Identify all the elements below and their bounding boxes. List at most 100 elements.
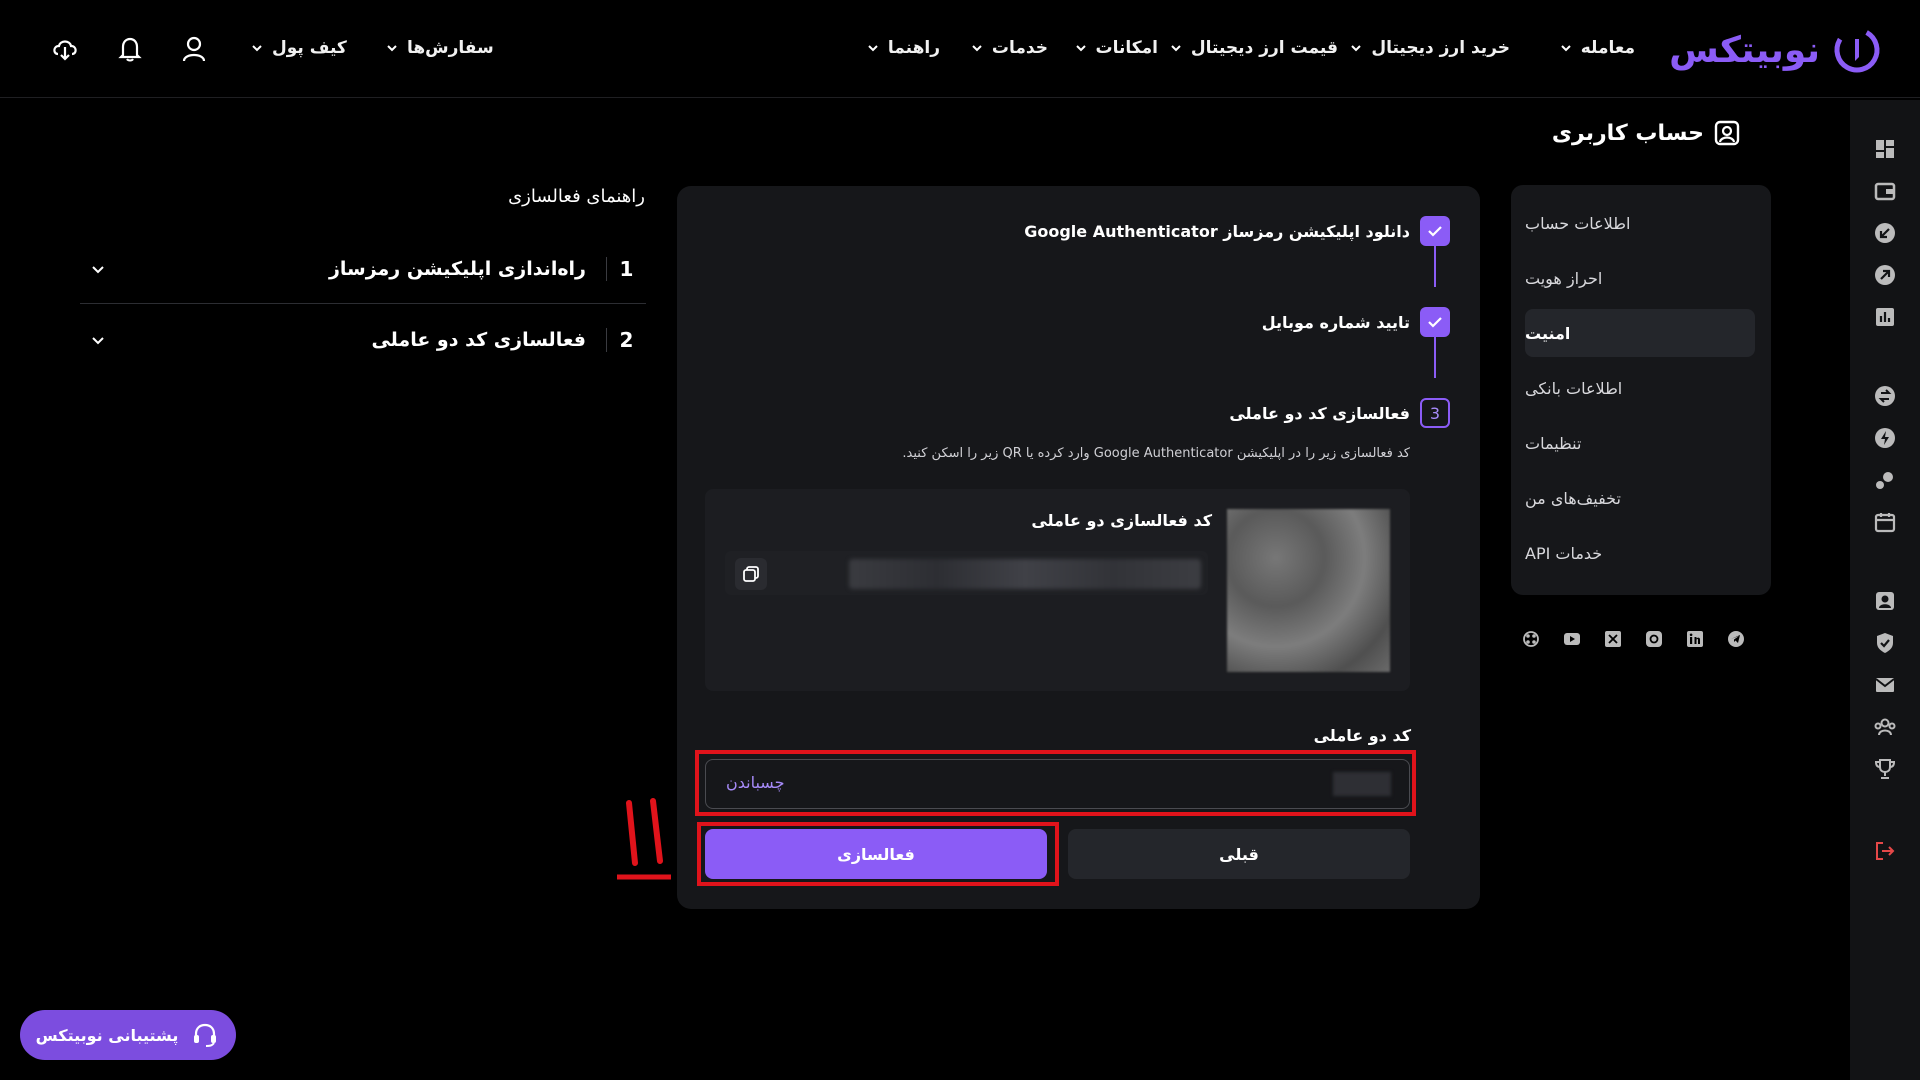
activation-code-value [849, 559, 1201, 589]
sidebar-item-verification[interactable]: احراز هویت [1525, 254, 1755, 302]
previous-button[interactable]: قبلی [1068, 829, 1410, 879]
logo[interactable]: نوبیتکس [1669, 24, 1882, 76]
account-sidebar: اطلاعات حساب احراز هویت امنیت اطلاعات با… [1511, 185, 1771, 595]
nav-item-wallet[interactable]: کیف پول [250, 36, 347, 60]
guide-item-title: راه‌اندازی اپلیکیشن رمزساز [328, 257, 586, 280]
chevron-down-icon [1075, 45, 1086, 52]
social-links [1520, 628, 1765, 652]
dashboard-icon[interactable] [1872, 136, 1898, 162]
x-icon[interactable] [1602, 628, 1624, 650]
instagram-icon[interactable] [1643, 628, 1665, 650]
convert-icon[interactable] [1872, 383, 1898, 409]
step-label: تایید شماره موبایل [1261, 312, 1410, 332]
copy-icon [743, 566, 759, 582]
annotation-mark [617, 798, 671, 880]
guide-item[interactable]: 2 فعالسازی کد دو عاملی [80, 305, 646, 375]
chevron-down-icon [252, 45, 262, 52]
top-navbar: نوبیتکس معامله خرید ارز دیجیتال قیمت ارز… [0, 0, 1920, 98]
referral-icon[interactable] [1872, 714, 1898, 740]
step-number: 3 [1420, 398, 1450, 428]
chevron-down-icon [1561, 45, 1571, 52]
sidebar-item-label: تخفیف‌های من [1525, 488, 1621, 508]
step-label: فعالسازی کد دو عاملی [1229, 403, 1410, 423]
chevron-down-icon [92, 265, 104, 273]
nav-item-label: امکانات [1095, 38, 1158, 58]
sidebar-item-account-info[interactable]: اطلاعات حساب [1525, 199, 1755, 247]
download-app-icon[interactable] [48, 32, 82, 66]
sidebar-item-label: احراز هویت [1525, 268, 1603, 288]
guide-item-number: 1 [606, 256, 646, 281]
deposit-icon[interactable] [1872, 220, 1898, 246]
profile-card-icon[interactable] [1872, 588, 1898, 614]
nav-item-orders[interactable]: سفارش‌ها [385, 36, 494, 60]
logo-text: نوبیتکس [1669, 29, 1820, 71]
nav-item-label: کیف پول [272, 38, 347, 58]
withdraw-icon[interactable] [1872, 262, 1898, 288]
staking-icon[interactable] [1872, 467, 1898, 493]
nav-item-features[interactable]: امکانات [1074, 36, 1158, 60]
nav-item-guide[interactable]: راهنما [866, 36, 940, 60]
nav-item-label: خرید ارز دیجیتال [1371, 38, 1510, 58]
aparat-icon[interactable] [1520, 628, 1542, 650]
chevron-down-icon [1351, 45, 1362, 52]
support-label: پشتیبانی نوبیتکس [35, 1025, 179, 1045]
icon-rail [1850, 100, 1920, 1080]
linkedin-icon[interactable] [1684, 628, 1706, 650]
telegram-icon[interactable] [1725, 628, 1747, 650]
activation-code-panel: کد فعالسازی دو عاملی [705, 489, 1410, 691]
step-verify-mobile: تایید شماره موبایل [1262, 307, 1450, 337]
step-label: دانلود اپلیکیشن رمزساز Google Authentica… [1024, 221, 1410, 241]
sidebar-item-security[interactable]: امنیت [1525, 309, 1755, 357]
sidebar-item-discounts[interactable]: تخفیف‌های من [1525, 474, 1755, 522]
mail-icon[interactable] [1872, 672, 1898, 698]
chevron-down-icon [972, 45, 982, 52]
nav-item-services[interactable]: خدمات [970, 36, 1048, 60]
nav-item-label: معامله [1580, 38, 1635, 58]
youtube-icon[interactable] [1561, 628, 1583, 650]
nav-item-buy-crypto[interactable]: خرید ارز دیجیتال [1349, 36, 1510, 60]
shield-icon[interactable] [1872, 630, 1898, 656]
trophy-icon[interactable] [1872, 756, 1898, 782]
nav-item-crypto-price[interactable]: قیمت ارز دیجیتال [1169, 36, 1338, 60]
sidebar-item-bank-info[interactable]: اطلاعات بانکی [1525, 364, 1755, 412]
logout-icon[interactable] [1872, 838, 1898, 864]
sidebar-item-label: تنظیمات [1525, 433, 1582, 453]
guide-item-number: 2 [606, 328, 646, 352]
account-icon [1714, 120, 1740, 146]
nav-item-label: سفارش‌ها [407, 38, 494, 58]
nav-item-label: خدمات [991, 38, 1048, 58]
flash-icon[interactable] [1872, 425, 1898, 451]
report-icon[interactable] [1872, 304, 1898, 330]
sidebar-item-label: امنیت [1525, 323, 1571, 343]
qr-code [1227, 509, 1390, 672]
step-activate-2fa: 3 فعالسازی کد دو عاملی [1229, 398, 1450, 428]
step-instruction: کد فعالسازی زیر را در اپلیکیشن Google Au… [902, 446, 1410, 461]
copy-button[interactable] [735, 558, 767, 590]
support-button[interactable]: پشتیبانی نوبیتکس [20, 1010, 236, 1060]
sidebar-item-settings[interactable]: تنظیمات [1525, 419, 1755, 467]
chevron-down-icon [868, 45, 878, 52]
two-factor-code-label: کد دو عاملی [1313, 726, 1411, 745]
wallet-icon[interactable] [1872, 178, 1898, 204]
sidebar-item-label: خدمات API [1525, 543, 1603, 563]
chevron-down-icon [92, 337, 104, 345]
highlight-activate [697, 822, 1059, 886]
guide-item-title: فعالسازی کد دو عاملی [371, 329, 586, 351]
guide-item[interactable]: 1 راه‌اندازی اپلیکیشن رمزساز [80, 234, 646, 304]
page-title: حساب کاربری [1552, 120, 1740, 146]
headset-icon [194, 1023, 217, 1047]
check-icon [1420, 216, 1450, 246]
sidebar-item-api[interactable]: خدمات API [1525, 529, 1755, 577]
guide-title: راهنمای فعالسازی [508, 186, 645, 207]
user-icon[interactable] [177, 32, 211, 66]
sidebar-item-label: اطلاعات بانکی [1525, 378, 1623, 398]
logo-icon [1834, 27, 1880, 73]
nav-item-label: قیمت ارز دیجیتال [1190, 38, 1338, 58]
bell-icon[interactable] [113, 32, 147, 66]
step-download-app: دانلود اپلیکیشن رمزساز Google Authentica… [1024, 216, 1450, 246]
chevron-down-icon [1171, 45, 1181, 52]
activation-code-label: کد فعالسازی دو عاملی [1031, 511, 1212, 530]
calendar-icon[interactable] [1872, 509, 1898, 535]
nav-item-trade[interactable]: معامله [1559, 36, 1635, 60]
highlight-input [695, 750, 1416, 816]
